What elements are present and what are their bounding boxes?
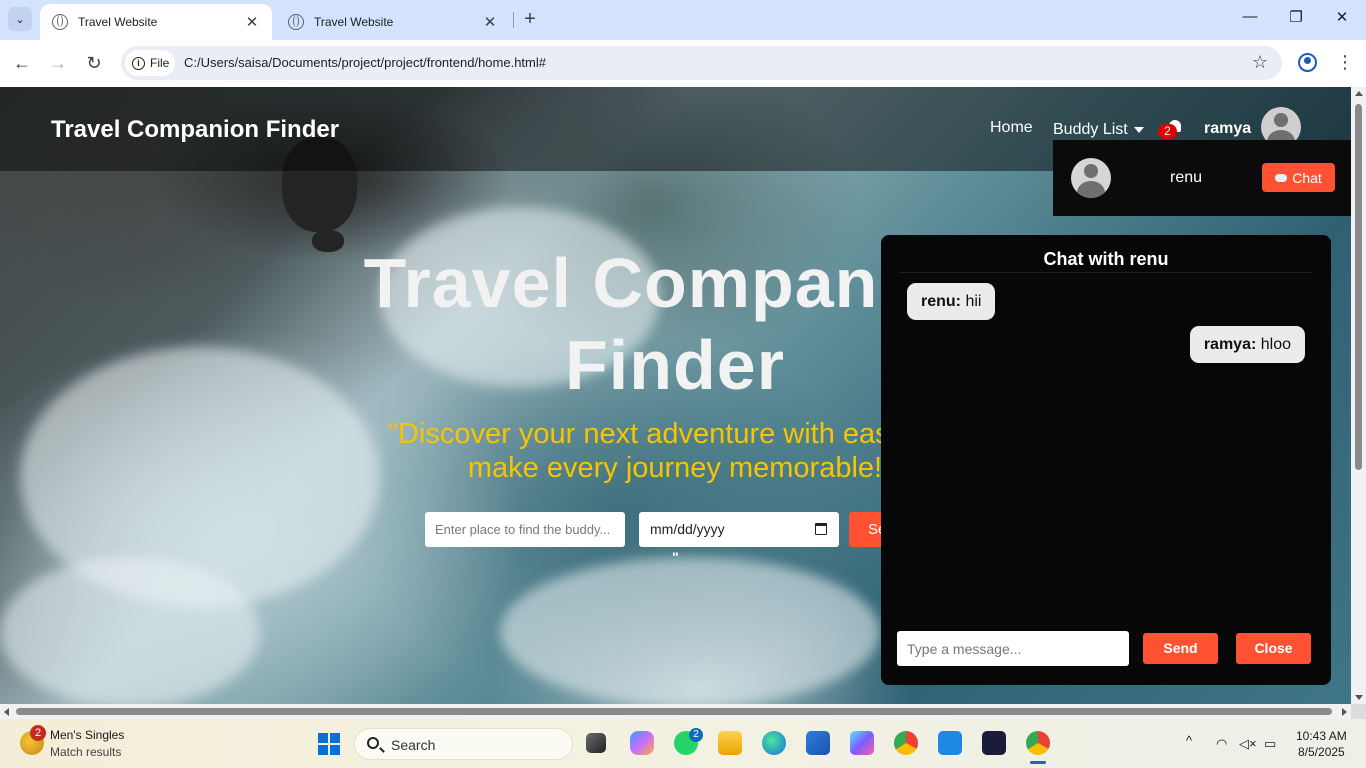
new-tab-button[interactable]: + (520, 8, 540, 30)
speech-bubble-icon (1275, 173, 1288, 182)
windsurf-icon[interactable] (982, 731, 1006, 755)
chat-title: Chat with renu (1043, 249, 1169, 269)
edge-icon[interactable] (762, 731, 786, 755)
horizontal-scrollbar[interactable] (0, 704, 1351, 719)
chat-message-input[interactable] (897, 631, 1129, 666)
volume-icon[interactable]: ◁× (1239, 736, 1257, 752)
file-label: File (150, 56, 170, 70)
tab-search-chevron-icon[interactable]: ⌄ (8, 7, 32, 31)
whatsapp-badge: 2 (689, 728, 703, 742)
profile-icon[interactable] (1298, 53, 1317, 72)
menu-dots-icon[interactable]: ⋮ (1336, 50, 1354, 74)
task-view-icon[interactable] (586, 733, 606, 753)
bookmark-star-icon[interactable]: ☆ (1252, 52, 1268, 73)
nav-home-link[interactable]: Home (990, 119, 1033, 137)
forward-icon[interactable]: → (47, 52, 69, 74)
buddy-chat-button[interactable]: Chat (1262, 163, 1335, 192)
buddy-list-dropdown-menu: renu Chat (1053, 140, 1351, 216)
close-tab-icon[interactable]: ✕ (482, 13, 498, 31)
clock-time[interactable]: 10:43 AM (1296, 729, 1347, 743)
tab-title: Travel Website (78, 15, 158, 29)
nav-buddy-list-dropdown[interactable]: Buddy List (1053, 121, 1144, 139)
tab-title: Travel Website (314, 15, 394, 29)
buddy-list-label: Buddy List (1053, 121, 1128, 138)
browser-toolbar: ← → ↻ i File C:/Users/saisa/Documents/pr… (0, 40, 1366, 87)
info-icon: i (132, 56, 145, 70)
horizontal-scroll-thumb[interactable] (16, 708, 1332, 715)
message-text: hii (961, 293, 982, 310)
message-sender: renu: (921, 293, 961, 310)
wave-foam (500, 557, 880, 704)
tab-separator (513, 12, 514, 28)
vertical-scrollbar[interactable] (1351, 87, 1366, 704)
vertical-scroll-thumb[interactable] (1355, 104, 1362, 470)
scroll-right-icon[interactable] (1342, 708, 1347, 716)
address-bar[interactable]: i File C:/Users/saisa/Documents/project/… (121, 46, 1282, 80)
chat-message-incoming: renu: hii (907, 283, 996, 320)
microsoft-365-icon[interactable] (850, 731, 874, 755)
search-icon (367, 737, 379, 749)
taskbar-search-label: Search (391, 737, 436, 753)
date-input[interactable]: mm/dd/yyyy (639, 512, 839, 547)
active-app-indicator (1030, 761, 1046, 764)
nav-username[interactable]: ramya (1204, 120, 1251, 138)
buddy-avatar-icon (1071, 158, 1111, 198)
widget-badge: 2 (30, 725, 46, 741)
minimize-icon[interactable]: — (1238, 8, 1262, 25)
maximize-icon[interactable]: ❐ (1284, 8, 1308, 26)
scrollbar-corner (1351, 704, 1366, 719)
battery-icon[interactable]: ▭ (1264, 736, 1276, 752)
stray-quote-text: " (672, 549, 679, 565)
buddy-name: renu (1170, 169, 1203, 186)
chat-panel: Chat with renu renu: hii ramya: hloo Sen… (881, 235, 1331, 685)
scroll-left-icon[interactable] (4, 708, 9, 716)
back-icon[interactable]: ← (11, 52, 33, 74)
file-explorer-icon[interactable] (718, 731, 742, 755)
date-value: mm/dd/yyyy (650, 521, 725, 537)
microsoft-store-icon[interactable] (806, 731, 830, 755)
taskbar-search-box[interactable]: Search (354, 728, 573, 760)
close-tab-icon[interactable]: ✕ (244, 13, 260, 31)
message-text: hloo (1256, 336, 1291, 353)
chat-message-outgoing: ramya: hloo (1189, 326, 1305, 363)
globe-icon (288, 14, 304, 30)
wave-foam (0, 557, 260, 704)
windows-taskbar: 2 Men's Singles Match results Search 2 ^… (0, 719, 1366, 768)
chat-divider (899, 272, 1313, 273)
send-button[interactable]: Send (1143, 633, 1218, 664)
close-chat-button[interactable]: Close (1236, 633, 1311, 664)
widget-subtitle[interactable]: Match results (50, 745, 121, 759)
site-brand[interactable]: Travel Companion Finder (51, 116, 339, 144)
copilot-icon[interactable] (630, 731, 654, 755)
page-viewport: Travel Companion Finder Home Buddy List … (0, 87, 1351, 704)
caret-down-icon (1133, 126, 1144, 133)
site-info-chip[interactable]: i File (125, 50, 175, 76)
vscode-icon[interactable] (938, 731, 962, 755)
windows-start-icon[interactable] (318, 733, 340, 755)
tab-inactive[interactable]: Travel Website ✕ (276, 4, 510, 40)
widget-title[interactable]: Men's Singles (50, 728, 124, 742)
chat-button-label: Chat (1292, 169, 1322, 186)
close-window-icon[interactable]: ✕ (1330, 8, 1354, 26)
tab-active[interactable]: Travel Website ✕ (40, 4, 272, 40)
url-text[interactable]: C:/Users/saisa/Documents/project/project… (184, 55, 546, 70)
tray-chevron-up-icon[interactable]: ^ (1186, 733, 1192, 748)
place-search-input[interactable] (425, 512, 625, 547)
chrome-icon[interactable] (894, 731, 918, 755)
wifi-icon[interactable]: ◠ (1216, 736, 1227, 752)
reload-icon[interactable]: ↻ (83, 52, 105, 74)
scroll-down-icon[interactable] (1355, 695, 1363, 700)
browser-tab-bar: ⌄ Travel Website ✕ Travel Website ✕ + — … (0, 0, 1366, 40)
globe-icon (52, 14, 68, 30)
clock-date[interactable]: 8/5/2025 (1298, 745, 1345, 759)
chrome-active-icon[interactable] (1026, 731, 1050, 755)
scroll-up-icon[interactable] (1355, 91, 1363, 96)
notification-badge: 2 (1158, 124, 1177, 139)
calendar-icon[interactable] (815, 523, 827, 535)
message-sender: ramya: (1203, 336, 1257, 353)
